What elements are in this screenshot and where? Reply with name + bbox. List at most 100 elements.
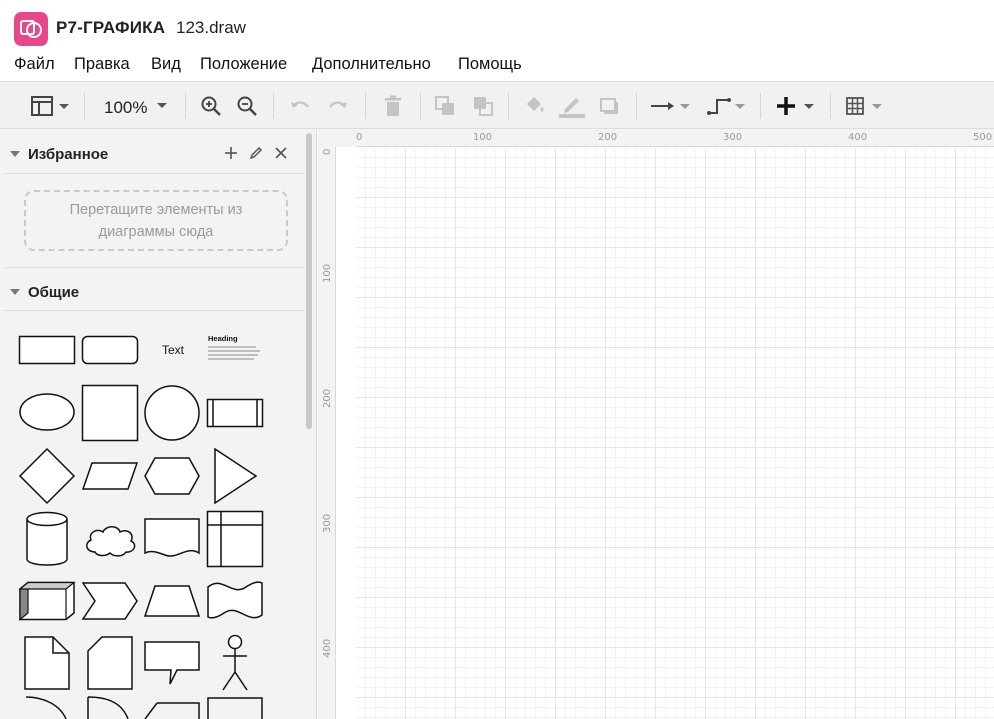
textbox-shape[interactable]: Heading [208,334,264,370]
ruler-corner [318,129,356,147]
sidebar-scrollbar[interactable] [306,133,312,429]
ruler-top-label: 100 [473,132,493,143]
process-shape[interactable] [206,398,264,428]
title-bar: Р7-ГРАФИКА 123.draw [0,0,994,52]
note-shape[interactable] [23,635,71,691]
favorites-title: Избранное [28,146,109,163]
format-panel-icon [31,96,69,116]
ruler-top-label: 500 [973,132,993,143]
rectangle-shape[interactable] [18,335,76,365]
file-name[interactable]: 123.draw [176,18,246,38]
to-back-icon [474,97,493,116]
redo-button[interactable] [325,82,351,130]
redo-icon [329,101,347,108]
ellipse-shape[interactable] [18,392,76,432]
cylinder-shape[interactable] [18,510,76,568]
line-color-button[interactable] [558,82,586,130]
shadow-icon [600,98,618,114]
zoom-out-button[interactable] [234,82,260,130]
trapezoid-shape[interactable] [143,584,201,618]
edit-favorites-button[interactable] [247,144,265,162]
ruler-left-label: 300 [322,513,333,533]
canvas-margin [336,147,356,719]
undo-icon [291,101,309,108]
ruler-left: 0 100 200 300 400 [318,147,336,719]
step-shape[interactable] [81,581,139,621]
ruler-left-label: 0 [322,148,333,155]
drop-hint-line-2: диаграммы сюда [98,224,214,240]
menu-edit[interactable]: Правка [74,55,130,74]
insert-button[interactable] [772,82,818,130]
manual-input-shape[interactable] [143,701,201,719]
circle-shape[interactable] [143,384,201,442]
or-shape[interactable] [20,695,72,719]
ruler-top-label: 300 [723,132,743,143]
line-color-icon [559,98,585,118]
app-logo-icon [14,12,48,46]
shadow-button[interactable] [597,82,623,130]
favorites-section-header[interactable]: Избранное [0,132,304,172]
pencil-icon [249,146,263,160]
square-shape[interactable] [81,384,139,442]
general-section-header[interactable]: Общие [0,270,304,310]
to-front-icon [435,96,454,115]
ruler-left-label: 100 [322,263,333,283]
toolbar: 100% [0,81,994,129]
caret-down-icon [10,151,20,157]
connection-style-button[interactable] [648,82,694,130]
zoom-in-button[interactable] [198,82,224,130]
zoom-level[interactable]: 100% [104,98,147,118]
tape-shape[interactable] [206,577,264,625]
zoom-in-icon [201,96,221,116]
to-back-button[interactable] [470,82,496,130]
container-shape[interactable] [206,696,264,719]
waypoints-icon [707,98,745,115]
chevron-down-icon [157,103,167,108]
format-panel-button[interactable] [28,82,74,130]
zoom-out-icon [237,96,257,116]
connection-icon [651,102,690,110]
menu-extras[interactable]: Дополнительно [312,55,431,74]
delete-button[interactable] [380,82,406,130]
ruler-left-label: 200 [322,388,333,408]
ruler-top-label: 200 [598,132,618,143]
ruler-top: 0 100 200 300 400 500 [356,129,994,147]
diamond-shape[interactable] [18,447,76,505]
zoom-dropdown[interactable] [154,82,170,130]
delete-icon [385,95,401,116]
to-front-button[interactable] [432,82,458,130]
document-shape[interactable] [143,517,201,559]
undo-button[interactable] [287,82,313,130]
menu-file[interactable]: Файл [14,55,55,74]
close-favorites-button[interactable] [272,144,290,162]
data-storage-shape[interactable] [86,695,136,719]
text-shape[interactable]: Text [162,343,184,357]
fill-color-button[interactable] [522,82,548,130]
rounded-rectangle-shape[interactable] [81,335,139,365]
internal-storage-shape[interactable] [206,510,264,568]
caret-down-icon [10,289,20,295]
drop-hint-line-1: Перетащите элементы из [69,202,243,218]
menu-help[interactable]: Помощь [458,55,522,74]
add-favorite-button[interactable] [222,144,240,162]
table-icon [846,97,882,115]
heading-shape-label: Heading [208,334,238,343]
waypoints-button[interactable] [704,82,750,130]
paragraph-lines-icon [208,346,260,360]
menu-view[interactable]: Вид [151,55,181,74]
callout-shape[interactable] [143,640,201,686]
parallelogram-shape[interactable] [81,461,139,491]
triangle-shape[interactable] [206,447,264,505]
cloud-shape[interactable] [81,519,139,559]
hexagon-shape[interactable] [143,456,201,496]
shapes-sidebar: Избранное Перетащите элементы из диаграм… [0,129,317,719]
app-name: Р7-ГРАФИКА [56,18,166,37]
drawing-canvas[interactable] [356,148,994,719]
general-title: Общие [28,284,80,301]
table-button[interactable] [842,82,888,130]
favorites-drop-zone[interactable]: Перетащите элементы из диаграммы сюда [24,190,288,251]
cube-shape[interactable] [18,581,76,621]
actor-shape[interactable] [220,634,250,692]
menu-arrange[interactable]: Положение [200,55,287,74]
card-shape[interactable] [86,635,134,691]
